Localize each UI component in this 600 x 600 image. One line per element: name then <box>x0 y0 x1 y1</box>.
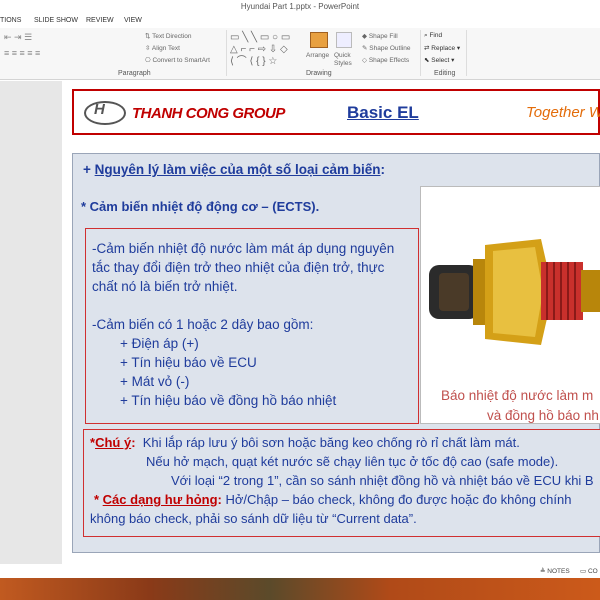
section-heading: + Nguyên lý làm việc của một số loại cảm… <box>83 162 385 177</box>
tab-view[interactable]: VIEW <box>124 17 142 24</box>
status-bar: ≜ NOTES ▭ CO <box>0 564 600 578</box>
arrange-icon[interactable] <box>310 32 328 48</box>
arrange-button[interactable]: Arrange <box>306 52 329 59</box>
align-text-button[interactable]: ⇳ Align Text <box>145 44 180 52</box>
content-panel: + Nguyên lý làm việc của một số loại cảm… <box>72 153 600 553</box>
desc-line: -Cảm biến có 1 hoặc 2 dây bao gồm: <box>92 317 314 332</box>
desc-line: chất nó là biến trở nhiệt. <box>92 279 238 294</box>
paragraph-group-label: Paragraph <box>118 70 151 77</box>
company-name: THANH CONG GROUP <box>132 105 285 122</box>
convert-smartart-button[interactable]: ⎔ Convert to SmartArt <box>145 56 210 64</box>
desc-item: + Điện áp (+) <box>120 336 199 351</box>
slide-canvas: H THANH CONG GROUP Basic EL Together W +… <box>0 81 600 564</box>
select-button[interactable]: ⬉ Select ▾ <box>424 56 454 64</box>
slide-title: Basic EL <box>347 103 419 122</box>
tab-animations[interactable]: TIONS <box>0 17 21 24</box>
slide-header: H THANH CONG GROUP Basic EL Together W <box>72 89 600 135</box>
note-box: *Chú ý: Khi lắp ráp lưu ý bôi sơn hoặc b… <box>83 429 600 537</box>
description-box: -Cảm biến nhiệt độ nước làm mát áp dụng … <box>85 228 419 424</box>
quick-styles-icon[interactable] <box>336 32 352 48</box>
desc-item: + Tín hiệu báo về ECU <box>120 355 257 370</box>
chevron-down-icon: ▾ <box>449 57 455 64</box>
align-icons[interactable]: ≡ ≡ ≡ ≡ ≡ <box>4 48 40 58</box>
window-title: Hyundai Part 1.pptx - PowerPoint <box>0 0 600 14</box>
comment-icon: ▭ <box>580 568 588 575</box>
slogan: Together W <box>526 104 600 121</box>
note-line: Với loại “2 trong 1”, cần so sánh nhiệt … <box>171 473 594 488</box>
desc-line: -Cảm biến nhiệt độ nước làm mát áp dụng … <box>92 241 395 256</box>
shapes-gallery[interactable]: ▭ ╲ ╲ ▭ ○ ▭ △ ⌐ ⌐ ⇨ ⇩ ◇ ⟨ ⌒ ⟨ { } ☆ <box>230 32 290 68</box>
quick-styles-button[interactable]: Quick Styles <box>334 52 358 68</box>
tab-slide-show[interactable]: SLIDE SHOW <box>34 17 78 24</box>
desc-item: + Tín hiệu báo về đồng hồ báo nhiệt <box>120 393 337 408</box>
chevron-down-icon: ▾ <box>455 45 461 52</box>
note-line: không báo check, phải so sánh dữ liệu từ… <box>90 511 417 526</box>
sensor-photo: Báo nhiệt độ nước làm m và đồng hồ báo n… <box>420 186 600 424</box>
notes-button[interactable]: ≜ NOTES <box>540 567 570 575</box>
comments-button[interactable]: ▭ CO <box>580 567 598 575</box>
tab-review[interactable]: REVIEW <box>86 17 114 24</box>
desktop-wallpaper <box>0 578 600 600</box>
find-button[interactable]: ⌕ Find <box>424 32 442 40</box>
indent-icon[interactable]: ⇤ ⇥ ☰ <box>4 32 32 43</box>
photo-caption: Báo nhiệt độ nước làm m và đồng hồ báo n… <box>441 388 599 423</box>
align-text-icon: ⇳ <box>145 45 152 52</box>
note-line: *Chú ý: Khi lắp ráp lưu ý bôi sơn hoặc b… <box>90 435 520 450</box>
shape-outline-button[interactable]: ✎ Shape Outline <box>362 44 410 52</box>
ribbon-tabs: TIONS SLIDE SHOW REVIEW VIEW <box>0 14 600 28</box>
coolant-sensor-image <box>429 239 600 345</box>
text-direction-button[interactable]: ⇅ Text Direction <box>145 32 192 40</box>
note-line: * Các dạng hư hỏng: Hở/Chập – báo check,… <box>94 492 572 507</box>
shape-fill-button[interactable]: ◆ Shape Fill <box>362 32 398 40</box>
drawing-group-label: Drawing <box>306 70 332 77</box>
hyundai-logo-letter: H <box>94 101 105 118</box>
note-line: Nếu hở mạch, quạt két nước sẽ chạy liên … <box>146 454 559 469</box>
slide[interactable]: H THANH CONG GROUP Basic EL Together W +… <box>62 81 600 564</box>
paint-bucket-icon: ◆ <box>362 33 369 40</box>
shape-effects-button[interactable]: ◇ Shape Effects <box>362 56 409 64</box>
effects-icon: ◇ <box>362 57 369 64</box>
desc-line: tắc thay đổi điện trở theo nhiệt của điệ… <box>92 260 385 275</box>
replace-button[interactable]: ⇄ Replace ▾ <box>424 44 460 52</box>
ribbon: ⇤ ⇥ ☰ ≡ ≡ ≡ ≡ ≡ ⇅ Text Direction ⇳ Align… <box>0 28 600 80</box>
editing-group-label: Editing <box>434 70 456 77</box>
hyundai-logo-icon <box>84 101 126 125</box>
sensor-heading: * Cảm biến nhiệt độ động cơ – (ECTS). <box>81 199 320 214</box>
desc-item: + Mát vỏ (-) <box>120 374 190 389</box>
